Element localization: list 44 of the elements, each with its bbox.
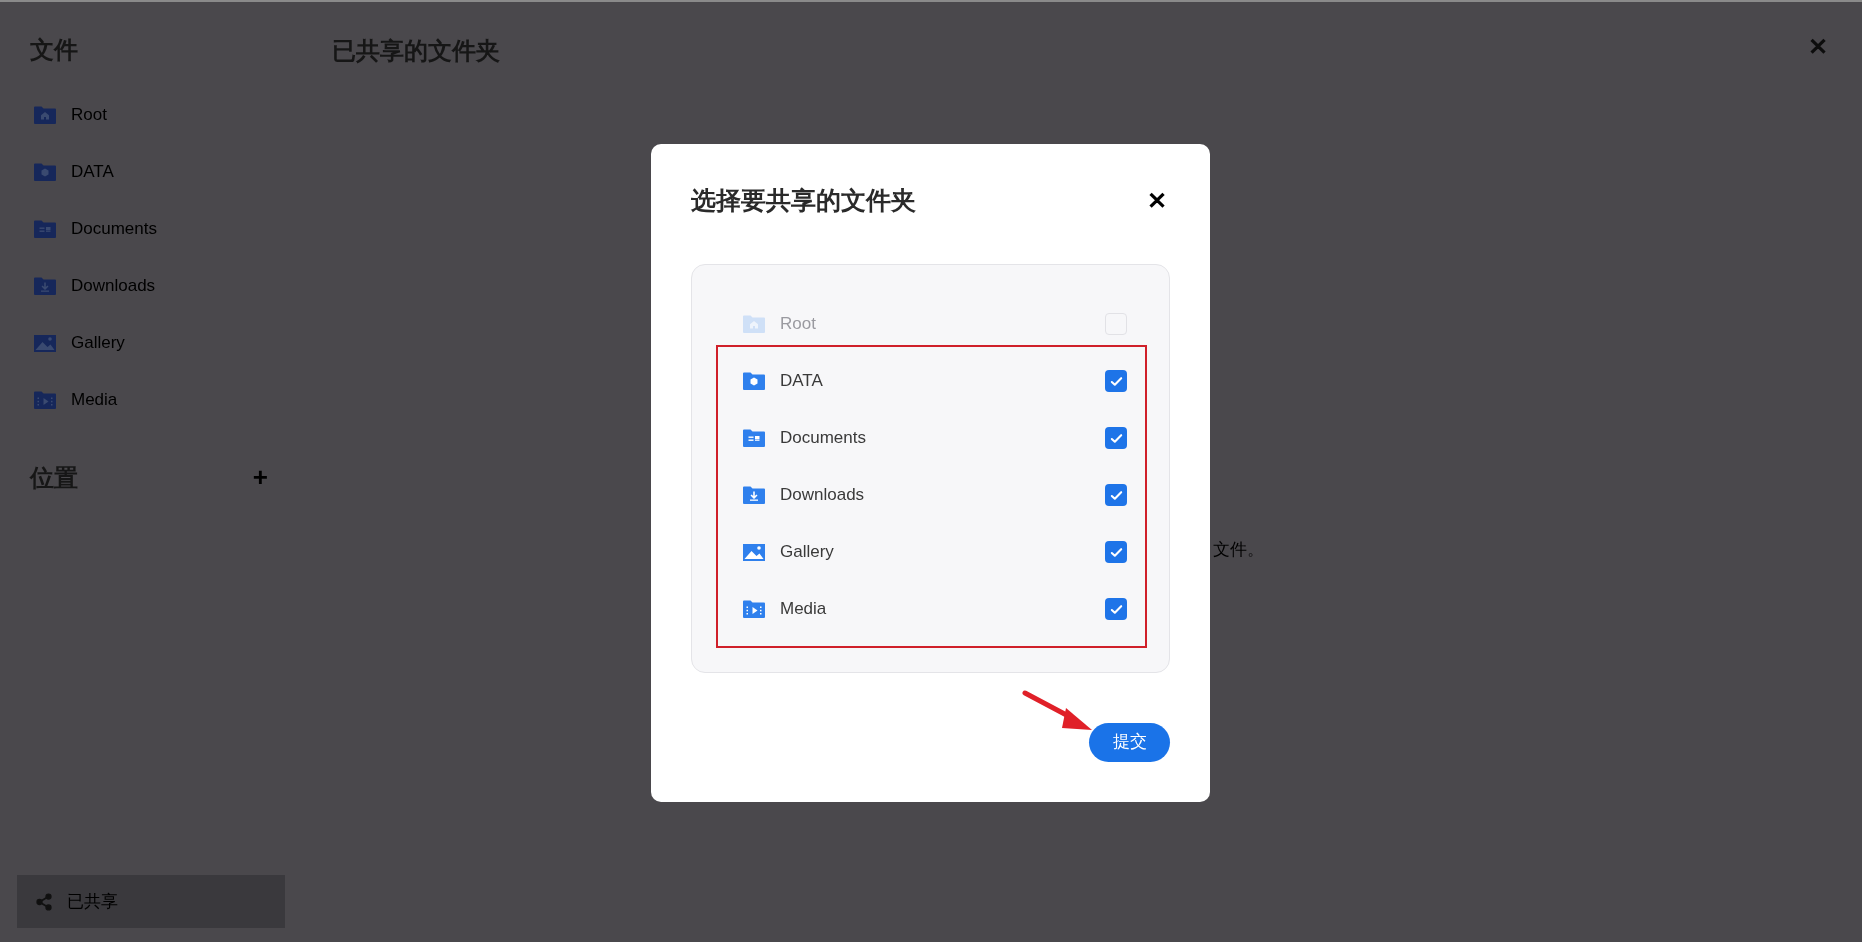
close-button[interactable]: ✕	[1808, 35, 1828, 59]
box-folder-icon	[742, 371, 766, 391]
folder-row[interactable]: Media	[734, 580, 1127, 638]
document-folder-icon	[742, 428, 766, 448]
sidebar-item[interactable]: Documents	[17, 200, 300, 257]
checkbox[interactable]	[1105, 427, 1127, 449]
checkbox[interactable]	[1105, 598, 1127, 620]
folder-name: Media	[780, 598, 827, 621]
box-folder-icon	[33, 161, 57, 182]
home-folder-icon	[742, 314, 766, 334]
download-folder-icon	[33, 275, 57, 296]
dialog-title: 选择要共享的文件夹	[691, 185, 916, 216]
folder-name: Downloads	[780, 484, 865, 507]
sidebar-item[interactable]: Gallery	[17, 314, 300, 371]
folder-row[interactable]: DATA	[734, 352, 1127, 410]
sidebar-item[interactable]: Downloads	[17, 257, 300, 314]
image-folder-icon	[33, 332, 57, 353]
folder-row[interactable]: Downloads	[734, 466, 1127, 524]
close-button[interactable]: ✕	[1147, 188, 1167, 213]
folder-name: Documents	[780, 427, 866, 450]
submit-button[interactable]: 提交	[1089, 722, 1170, 762]
folder-row[interactable]: Documents	[734, 409, 1127, 467]
download-folder-icon	[742, 485, 766, 505]
folder-row[interactable]: Gallery	[734, 523, 1127, 581]
folder-name: Gallery	[780, 541, 834, 564]
add-button[interactable]: +	[252, 458, 268, 497]
image-folder-icon	[742, 542, 766, 562]
video-folder-icon	[742, 599, 766, 619]
video-folder-icon	[33, 389, 57, 410]
folder-name: DATA	[780, 370, 823, 393]
share-icon	[35, 892, 53, 911]
sidebar-item[interactable]: Root	[17, 86, 300, 143]
checkbox[interactable]	[1105, 484, 1127, 506]
home-folder-icon	[33, 104, 57, 125]
arrow	[1022, 690, 1094, 732]
document-folder-icon	[33, 218, 57, 239]
sidebar-item[interactable]: DATA	[17, 143, 300, 200]
shared-nav-item[interactable]: 已共享	[17, 875, 285, 928]
empty-message: 文件。	[1213, 539, 1264, 561]
sidebar-item[interactable]: Media	[17, 371, 300, 428]
folder-name: Root	[780, 313, 816, 336]
checkbox[interactable]	[1105, 541, 1127, 563]
shared-label: 已共享	[67, 890, 118, 913]
checkbox[interactable]	[1105, 370, 1127, 392]
